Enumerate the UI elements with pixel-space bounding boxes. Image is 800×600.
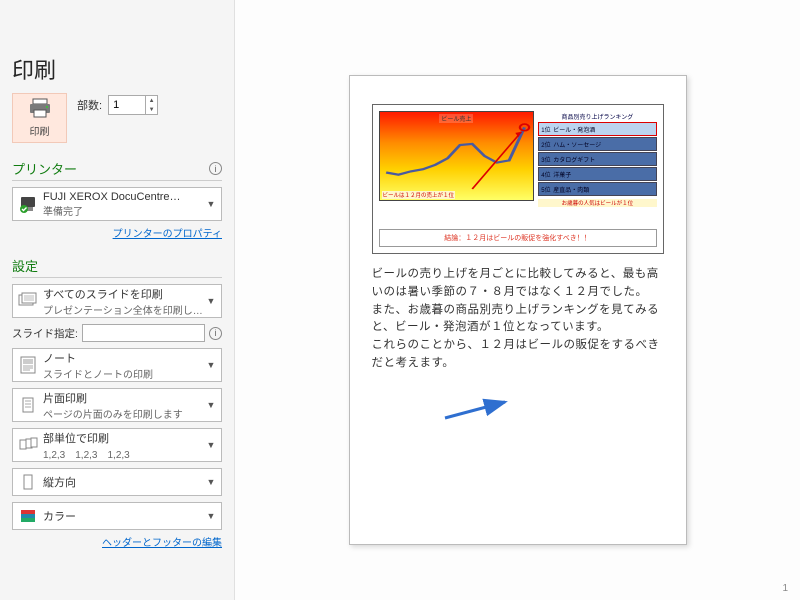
ranking-row: 1位ビール・発泡酒 <box>538 122 656 136</box>
settings-section-heading: 設定 <box>12 256 38 275</box>
header-footer-link[interactable]: ヘッダーとフッターの編集 <box>102 538 222 549</box>
ranking-row: 2位ハム・ソーセージ <box>538 137 656 151</box>
print-sidebar: 印刷 印刷 部数: ▲ ▼ プリンター <box>0 0 235 600</box>
chevron-down-icon: ▼ <box>205 440 217 450</box>
collate-icon <box>17 434 39 456</box>
orientation-label: 縦方向 <box>43 474 205 490</box>
copies-input[interactable] <box>109 97 145 113</box>
chart-caption: ビールは１２月の売上が１位 <box>382 191 456 199</box>
copies-down-icon[interactable]: ▼ <box>146 105 157 114</box>
slide-notes-text: ビールの売り上げを月ごとに比較してみると、最も高いのは暑い季節の７・８月ではなく… <box>372 266 664 373</box>
color-select[interactable]: カラー ▼ <box>12 502 222 530</box>
embedded-chart: ビール売上 ビールは１２月の売上が１位 <box>379 111 535 201</box>
print-range-sub: プレゼンテーション全体を印刷し… <box>43 302 205 317</box>
ranking-row: 4位洋菓子 <box>538 167 656 181</box>
portrait-icon <box>17 471 39 493</box>
chevron-down-icon: ▼ <box>205 199 217 209</box>
print-range-label: すべてのスライドを印刷 <box>43 286 205 302</box>
orientation-select[interactable]: 縦方向 ▼ <box>12 468 222 496</box>
ranking-heading: 商品別売り上げランキング <box>538 111 656 122</box>
layout-sub: スライドとノートの印刷 <box>43 366 205 381</box>
slide-conclusion: 結論：１２月はビールの販促を強化すべき！！ <box>379 229 657 247</box>
chevron-down-icon: ▼ <box>205 296 217 306</box>
printer-select[interactable]: FUJI XEROX DocuCentre… 準備完了 ▼ <box>12 187 222 221</box>
side-sub: ページの片面のみを印刷します <box>43 406 205 421</box>
print-range-select[interactable]: すべてのスライドを印刷 プレゼンテーション全体を印刷し… ▼ <box>12 284 222 318</box>
chevron-down-icon: ▼ <box>205 511 217 521</box>
copies-stepper[interactable]: ▲ ▼ <box>108 95 158 115</box>
printer-name: FUJI XEROX DocuCentre… <box>43 191 205 203</box>
chevron-down-icon: ▼ <box>205 477 217 487</box>
collate-label: 部単位で印刷 <box>43 430 205 446</box>
printer-status: 準備完了 <box>43 203 205 218</box>
layout-label: ノート <box>43 350 205 366</box>
printer-icon <box>28 98 52 121</box>
slide-spec-input[interactable] <box>82 324 205 342</box>
preview-page: ビール売上 ビールは１２月の売上が１位 商品別売り上げランキング 1 <box>349 75 687 545</box>
side-label: 片面印刷 <box>43 390 205 406</box>
printer-status-icon <box>17 193 39 215</box>
slide-spec-label: スライド指定: <box>12 326 78 341</box>
preview-pane: ビール売上 ビールは１２月の売上が１位 商品別売り上げランキング 1 <box>235 0 800 600</box>
one-sided-icon <box>17 394 39 416</box>
print-button[interactable]: 印刷 <box>12 93 67 143</box>
copies-up-icon[interactable]: ▲ <box>146 96 157 105</box>
layout-select[interactable]: ノート スライドとノートの印刷 ▼ <box>12 348 222 382</box>
ranking-caption: お歳暮の人気はビールが１位 <box>538 199 656 207</box>
slide-thumbnail: ビール売上 ビールは１２月の売上が１位 商品別売り上げランキング 1 <box>372 104 664 254</box>
ranking-table: 商品別売り上げランキング 1位ビール・発泡酒2位ハム・ソーセージ3位カタログギフ… <box>538 111 656 223</box>
slides-all-icon <box>17 290 39 312</box>
slide-spec-info-icon[interactable]: i <box>209 327 222 340</box>
collate-sub: 1,2,3 1,2,3 1,2,3 <box>43 446 205 461</box>
copies-label: 部数: <box>77 97 102 113</box>
print-button-label: 印刷 <box>30 123 50 138</box>
chevron-down-icon: ▼ <box>205 400 217 410</box>
printer-properties-link[interactable]: プリンターのプロパティ <box>113 229 222 240</box>
notes-layout-icon <box>17 354 39 376</box>
ranking-row: 3位カタログギフト <box>538 152 656 166</box>
printer-info-icon[interactable]: i <box>209 162 222 175</box>
page-title: 印刷 <box>12 53 222 85</box>
chevron-down-icon: ▼ <box>205 360 217 370</box>
ranking-row: 5位産直品・肉類 <box>538 182 656 196</box>
side-select[interactable]: 片面印刷 ページの片面のみを印刷します ▼ <box>12 388 222 422</box>
preview-page-number: 1 <box>782 583 788 594</box>
color-icon <box>17 505 39 527</box>
collate-select[interactable]: 部単位で印刷 1,2,3 1,2,3 1,2,3 ▼ <box>12 428 222 462</box>
color-label: カラー <box>43 508 205 524</box>
printer-section-heading: プリンター <box>12 159 77 178</box>
